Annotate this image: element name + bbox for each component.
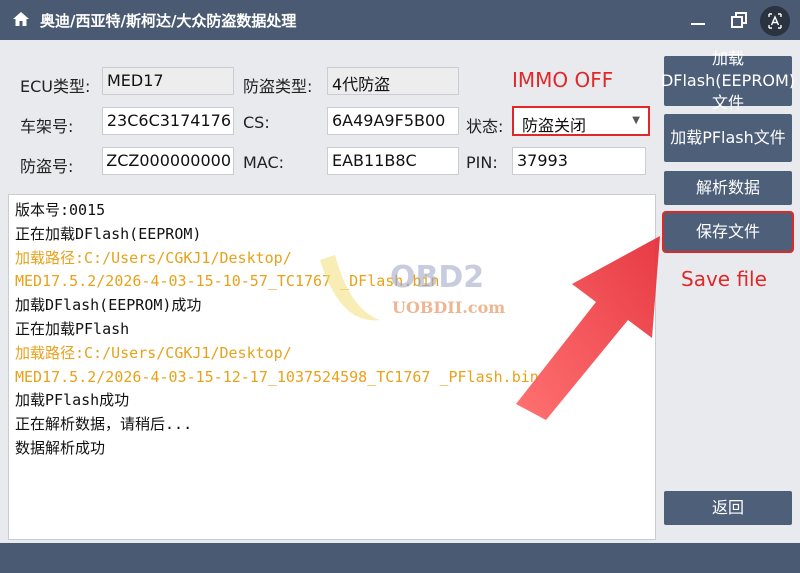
home-icon[interactable] (12, 10, 30, 28)
load-dflash-button[interactable]: 加载DFlash(EEPROM)文件 (661, 49, 795, 112)
immo-off-annotation: IMMO OFF (512, 68, 614, 92)
immo-no-label: 防盗号: (20, 157, 74, 176)
save-file-label: 保存文件 (695, 222, 760, 241)
immo-no-field[interactable]: ZCZ000000000 (102, 147, 234, 175)
status-select[interactable]: 防盗关闭 ▼ (512, 106, 650, 136)
back-label: 返回 (711, 498, 744, 517)
log-line: 数据解析成功 (15, 438, 106, 457)
minimize-icon[interactable] (686, 8, 710, 32)
mac-label: MAC: (243, 153, 285, 172)
log-line: 加载路径:C:/Users/CGKJ1/Desktop/ (15, 248, 292, 267)
log-line: 版本号:0015 (15, 201, 106, 219)
cs-label: CS: (243, 113, 270, 132)
vin-label: 车架号: (20, 117, 74, 136)
log-line: 加载路径:C:/Users/CGKJ1/Desktop/ (15, 343, 292, 362)
status-bar (0, 543, 800, 573)
load-pflash-label: 加载PFlash文件 (670, 128, 786, 147)
log-line: 正在解析数据，请稍后... (15, 415, 193, 434)
log-line: MED17.5.2/2026-4-03-15-10-57_TC1767 _DFl… (15, 272, 440, 291)
load-pflash-button[interactable]: 加载PFlash文件 (664, 114, 792, 162)
log-line: 正在加载DFlash(EEPROM) (15, 224, 202, 243)
save-file-annotation: Save file (681, 267, 767, 291)
pin-label: PIN: (466, 153, 498, 172)
restore-icon[interactable] (727, 8, 751, 32)
log-line: 加载DFlash(EEPROM)成功 (15, 296, 202, 315)
ecu-type-field[interactable]: MED17 (102, 67, 234, 95)
parse-data-button[interactable]: 解析数据 (664, 171, 792, 205)
immo-type-field[interactable]: 4代防盗 (327, 67, 459, 95)
log-line: 加载PFlash成功 (15, 391, 130, 410)
log-line: MED17.5.2/2026-4-03-15-12-17_1037524598_… (15, 367, 539, 386)
chevron-down-icon[interactable]: ▼ (632, 115, 640, 126)
save-file-button[interactable]: 保存文件 (664, 213, 792, 251)
log-output[interactable]: 版本号:0015 正在加载DFlash(EEPROM) 加载路径:C:/User… (8, 194, 656, 540)
status-select-value: 防盗关闭 (522, 116, 587, 135)
pin-field[interactable]: 37993 (512, 147, 646, 175)
ecu-type-label: ECU类型: (20, 77, 91, 96)
mac-field[interactable]: EAB11B8C (327, 147, 459, 175)
back-button[interactable]: 返回 (664, 491, 792, 525)
parse-data-label: 解析数据 (695, 178, 760, 197)
window-title: 奥迪/西亚特/斯柯达/大众防盗数据处理 (40, 12, 297, 30)
cs-field[interactable]: 6A49A9F5B00 (327, 107, 459, 135)
close-icon[interactable] (760, 6, 790, 36)
load-dflash-label: 加载DFlash(EEPROM)文件 (660, 49, 796, 112)
log-line: 正在加载PFlash (15, 319, 130, 338)
immo-type-label: 防盗类型: (243, 77, 313, 96)
status-label: 状态: (466, 117, 504, 136)
vin-field[interactable]: 23C6C3174176 (102, 107, 234, 135)
title-bar: 奥迪/西亚特/斯柯达/大众防盗数据处理 (0, 0, 800, 40)
